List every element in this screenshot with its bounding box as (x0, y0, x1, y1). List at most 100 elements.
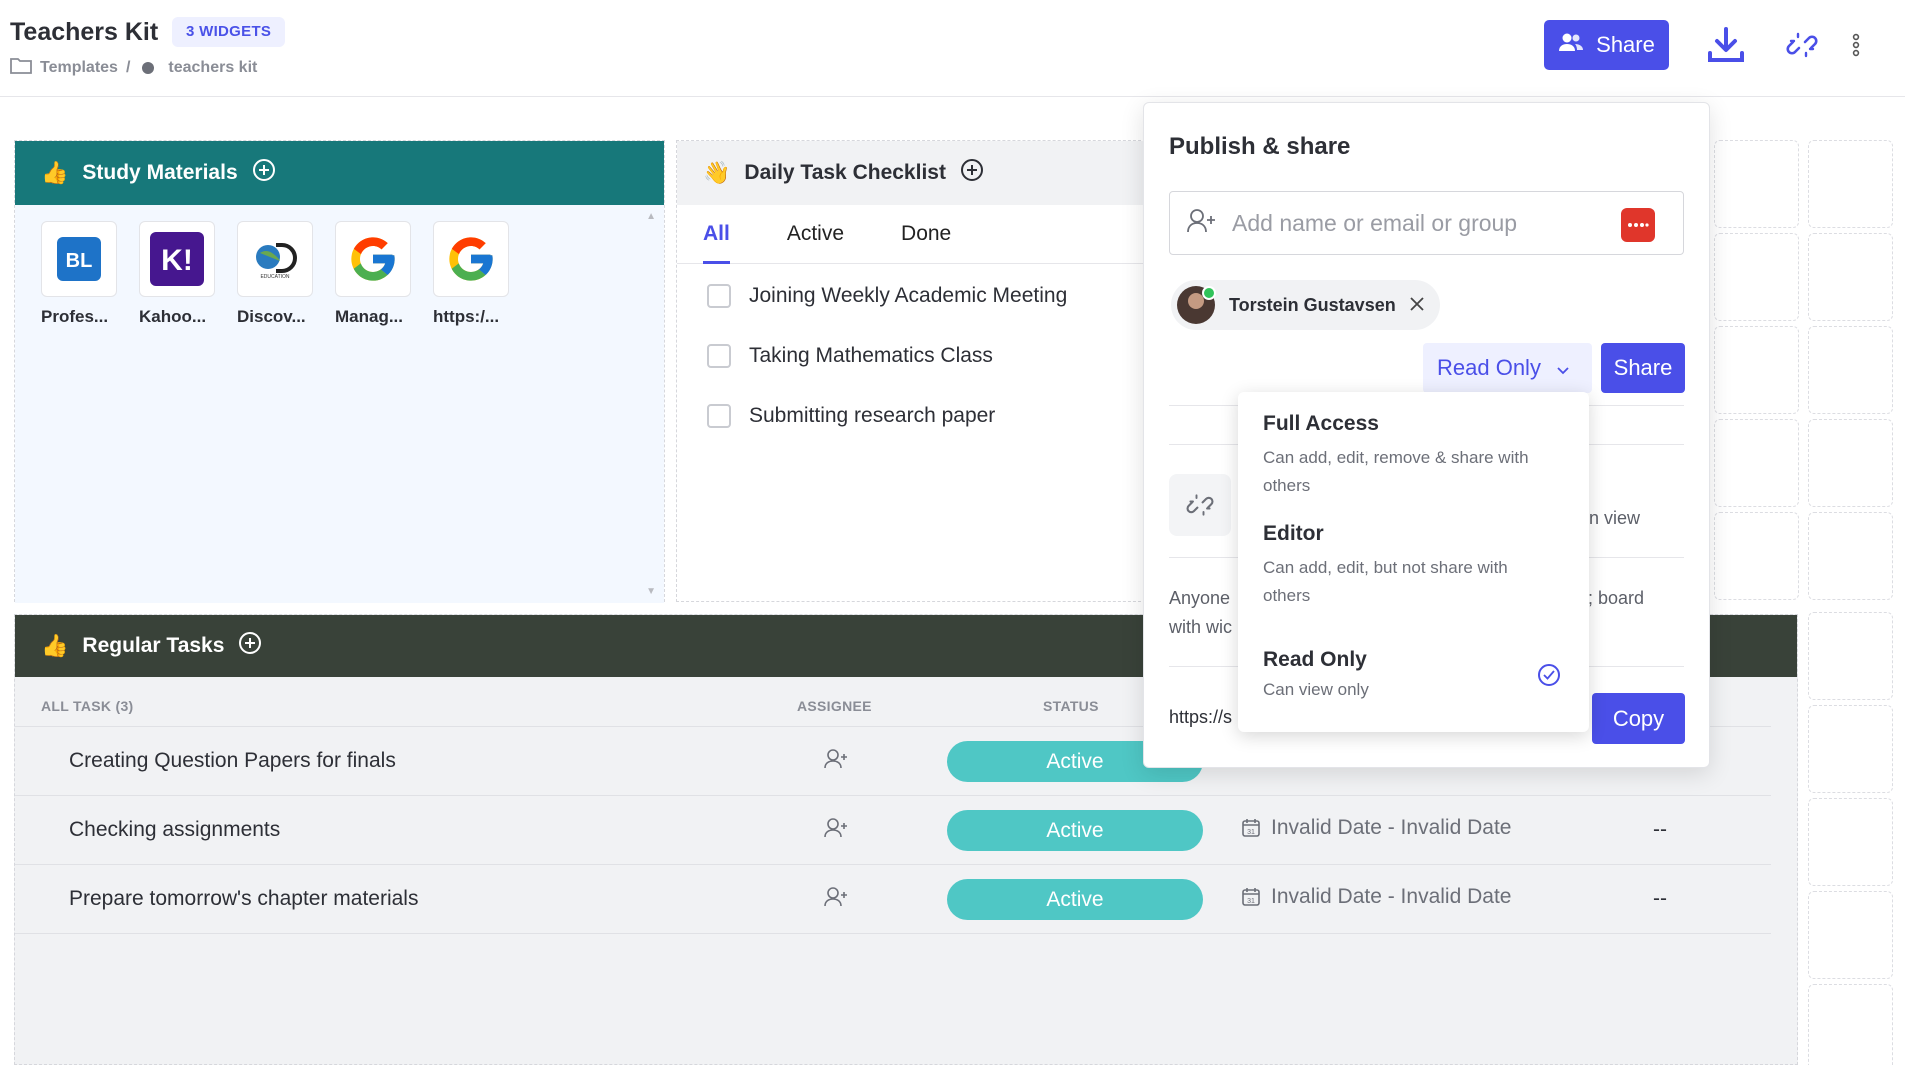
mailing-list-icon[interactable] (1621, 208, 1655, 242)
avatar (1177, 286, 1216, 324)
app-label: Profes... (41, 307, 109, 326)
option-editor[interactable]: Editor Can add, edit, but not share with… (1263, 522, 1533, 610)
copy-link-button[interactable]: Copy (1592, 693, 1685, 744)
calendar-icon: 31 (1242, 819, 1260, 837)
option-read-only[interactable]: Read Only Can view only (1263, 648, 1533, 704)
google-logo-icon (433, 221, 509, 297)
app-item[interactable]: Manag... (335, 221, 413, 327)
panel-share-button[interactable]: Share (1601, 343, 1685, 393)
more-options-icon[interactable] (1836, 22, 1876, 68)
users-icon (1558, 32, 1584, 58)
header-share-button[interactable]: Share (1544, 20, 1669, 70)
close-icon[interactable] (1410, 295, 1424, 316)
date-range-text: Invalid Date - Invalid Date (1271, 885, 1512, 908)
folder-icon (10, 56, 32, 79)
permission-select[interactable]: Read Only (1423, 343, 1592, 393)
tab-all[interactable]: All (703, 222, 730, 264)
grid-cell (1808, 891, 1893, 979)
scroll-up-icon[interactable]: ▲ (646, 211, 656, 222)
app-item[interactable]: K! Kahoo... (139, 221, 217, 327)
add-assignee-icon[interactable] (823, 748, 849, 775)
scroll-down-icon[interactable]: ▼ (646, 586, 656, 597)
top-header: Teachers Kit 3 WIDGETS Templates / teach… (0, 0, 1905, 97)
app-label: Kahoo... (139, 307, 207, 326)
option-description: Can add, edit, but not share with others (1263, 558, 1508, 605)
page-title: Teachers Kit (10, 18, 159, 46)
chevron-down-icon (1557, 355, 1569, 381)
tab-done[interactable]: Done (901, 222, 951, 246)
option-full-access[interactable]: Full Access Can add, edit, remove & shar… (1263, 412, 1533, 500)
date-range-text: Invalid Date - Invalid Date (1271, 816, 1512, 839)
thumbs-up-icon: 👍 (41, 633, 69, 658)
checklist-tabs: All Active Done (677, 205, 1145, 264)
task-checkbox[interactable] (707, 284, 731, 308)
add-circle-icon[interactable] (960, 158, 984, 188)
study-materials-body: BL Profes... K! Kahoo... EDUCATION Disco… (15, 205, 664, 603)
grid-cell (1808, 612, 1893, 700)
share-url[interactable]: https://s (1169, 707, 1232, 728)
app-label: Discov... (237, 307, 306, 326)
with-text: with wic (1169, 617, 1233, 637)
permission-dropdown: Full Access Can add, edit, remove & shar… (1238, 392, 1589, 732)
share-panel-title: Publish & share (1169, 133, 1351, 160)
study-materials-header: 👍 Study Materials (15, 141, 664, 205)
grid-cell (1808, 798, 1893, 886)
svg-text:EDUCATION: EDUCATION (260, 274, 289, 279)
option-description: Can view only (1263, 680, 1369, 699)
add-assignee-icon[interactable] (823, 886, 849, 913)
app-item[interactable]: BL Profes... (41, 221, 119, 327)
grid-cell (1808, 984, 1893, 1065)
grid-cell (1714, 512, 1799, 600)
link-icon[interactable] (1779, 22, 1825, 68)
add-user-icon (1186, 208, 1216, 239)
discovery-education-logo-icon: EDUCATION (237, 221, 313, 297)
app-label: https:/... (433, 307, 500, 326)
bl-logo-icon: BL (41, 221, 117, 297)
app-item[interactable]: EDUCATION Discov... (237, 221, 315, 327)
grid-cell (1808, 705, 1893, 793)
column-status: STATUS (1043, 698, 1099, 714)
user-chip: Torstein Gustavsen (1171, 280, 1440, 330)
table-row[interactable]: Prepare tomorrow's chapter materials Act… (15, 865, 1771, 934)
checklist-item: Joining Weekly Academic Meeting (677, 266, 1145, 326)
app-label: Manag... (335, 307, 404, 326)
add-people-input[interactable] (1232, 209, 1622, 237)
option-title: Read Only (1263, 648, 1367, 671)
board-dot-icon (142, 61, 155, 74)
extra-field: -- (1653, 818, 1667, 841)
option-title: Full Access (1263, 412, 1379, 435)
link-icon[interactable] (1169, 474, 1231, 536)
status-badge[interactable]: Active (947, 810, 1203, 851)
svg-text:BL: BL (66, 250, 93, 272)
check-circle-icon (1538, 664, 1560, 686)
task-name: Creating Question Papers for finals (69, 749, 396, 772)
breadcrumb-templates[interactable]: Templates (40, 59, 118, 77)
thumbs-up-icon: 👍 (41, 160, 69, 185)
table-row[interactable]: Checking assignments Active 31 Invalid D… (15, 796, 1771, 865)
status-badge[interactable]: Active (947, 879, 1203, 920)
anyone-text: Anyone (1169, 588, 1231, 608)
date-range[interactable]: 31 Invalid Date - Invalid Date (1241, 816, 1511, 840)
add-assignee-icon[interactable] (823, 817, 849, 844)
download-icon[interactable] (1703, 22, 1749, 68)
date-range[interactable]: 31 Invalid Date - Invalid Date (1241, 885, 1511, 909)
checklist-item: Submitting research paper (677, 386, 1145, 446)
daily-checklist-title: Daily Task Checklist (744, 161, 946, 184)
task-checkbox[interactable] (707, 404, 731, 428)
tab-active[interactable]: Active (787, 222, 844, 246)
add-circle-icon[interactable] (252, 158, 276, 188)
column-assignee: ASSIGNEE (797, 698, 872, 714)
breadcrumb: Templates / teachers kit (10, 56, 257, 79)
add-circle-icon[interactable] (238, 631, 262, 661)
column-task: ALL TASK (3) (41, 698, 134, 714)
daily-checklist-header: 👋 Daily Task Checklist (677, 141, 1145, 205)
grid-cell (1808, 512, 1893, 600)
header-share-label: Share (1596, 32, 1655, 57)
grid-cell (1808, 419, 1893, 507)
regular-tasks-title: Regular Tasks (82, 634, 225, 657)
task-checkbox[interactable] (707, 344, 731, 368)
grid-cell (1714, 326, 1799, 414)
grid-cell (1808, 140, 1893, 228)
add-people-field[interactable] (1169, 191, 1684, 255)
app-item[interactable]: https:/... (433, 221, 511, 327)
